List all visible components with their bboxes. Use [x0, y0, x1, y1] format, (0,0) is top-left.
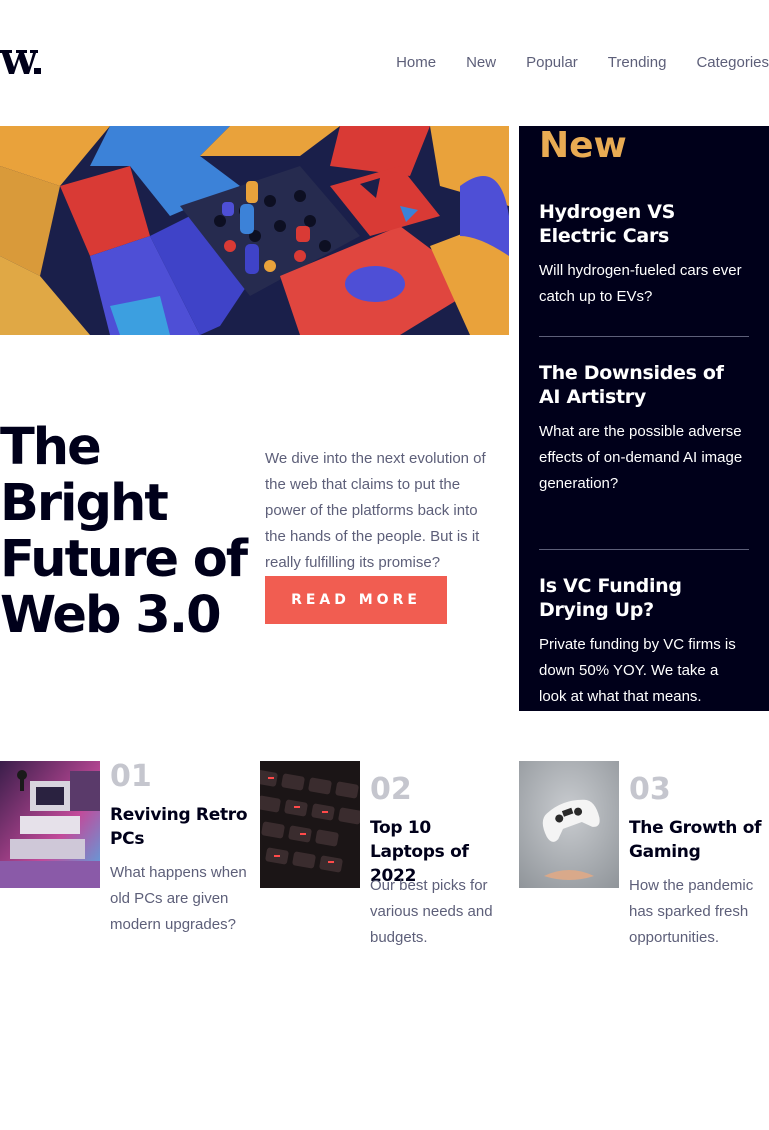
read-more-button[interactable]: READ MORE [265, 576, 447, 624]
article-number: 02 [370, 772, 412, 807]
article-number: 03 [629, 772, 671, 807]
article-description: How the pandemic has sparked fresh oppor… [629, 877, 754, 946]
new-item-description: What are the possible adverse effects of… [539, 423, 743, 492]
hero-description: We dive into the next evolution of the w… [265, 450, 486, 571]
article-card[interactable]: 02 Top 10 Laptops of 2022 Our best picks… [260, 761, 510, 971]
new-item-title[interactable]: The Downsides of AI Artistry [539, 361, 749, 409]
retro-pc-image[interactable] [0, 761, 100, 888]
new-item-title[interactable]: Is VC Funding Drying Up? [539, 574, 749, 622]
article-title[interactable]: Reviving Retro PCs [110, 803, 250, 851]
brand-logo[interactable] [0, 44, 42, 78]
article-card[interactable]: 01 Reviving Retro PCs What happens when … [0, 761, 250, 971]
article-description: What happens when old PCs are given mode… [110, 864, 247, 933]
hero-image [0, 126, 509, 335]
article-card[interactable]: 03 The Growth of Gaming How the pandemic… [519, 761, 769, 971]
new-item[interactable]: Hydrogen VS Electric Cars Will hydrogen-… [539, 200, 749, 310]
game-controller-image[interactable] [519, 761, 619, 888]
new-divider [539, 336, 749, 337]
new-item[interactable]: Is VC Funding Drying Up? Private funding… [539, 574, 749, 710]
main-nav: Home New Popular Trending Categories [396, 54, 769, 72]
new-divider [539, 549, 749, 550]
new-item-title[interactable]: Hydrogen VS Electric Cars [539, 200, 749, 248]
new-articles-panel: New Hydrogen VS Electric Cars Will hydro… [519, 126, 769, 711]
article-number: 01 [110, 759, 152, 794]
article-title[interactable]: The Growth of Gaming [629, 816, 769, 864]
hero-title: The Bright Future of Web 3.0 [0, 418, 248, 645]
new-item-description: Will hydrogen-fueled cars ever catch up … [539, 262, 742, 305]
new-section-heading: New [539, 126, 627, 166]
new-item[interactable]: The Downsides of AI Artistry What are th… [539, 361, 749, 497]
new-item-description: Private funding by VC firms is down 50% … [539, 636, 736, 705]
laptop-keyboard-image[interactable] [260, 761, 360, 888]
nav-new-link[interactable]: New [466, 54, 496, 72]
article-description: Our best picks for various needs and bud… [370, 877, 493, 946]
nav-popular-link[interactable]: Popular [526, 54, 578, 72]
nav-trending-link[interactable]: Trending [608, 54, 667, 72]
nav-home-link[interactable]: Home [396, 54, 436, 72]
nav-categories-link[interactable]: Categories [696, 54, 769, 72]
